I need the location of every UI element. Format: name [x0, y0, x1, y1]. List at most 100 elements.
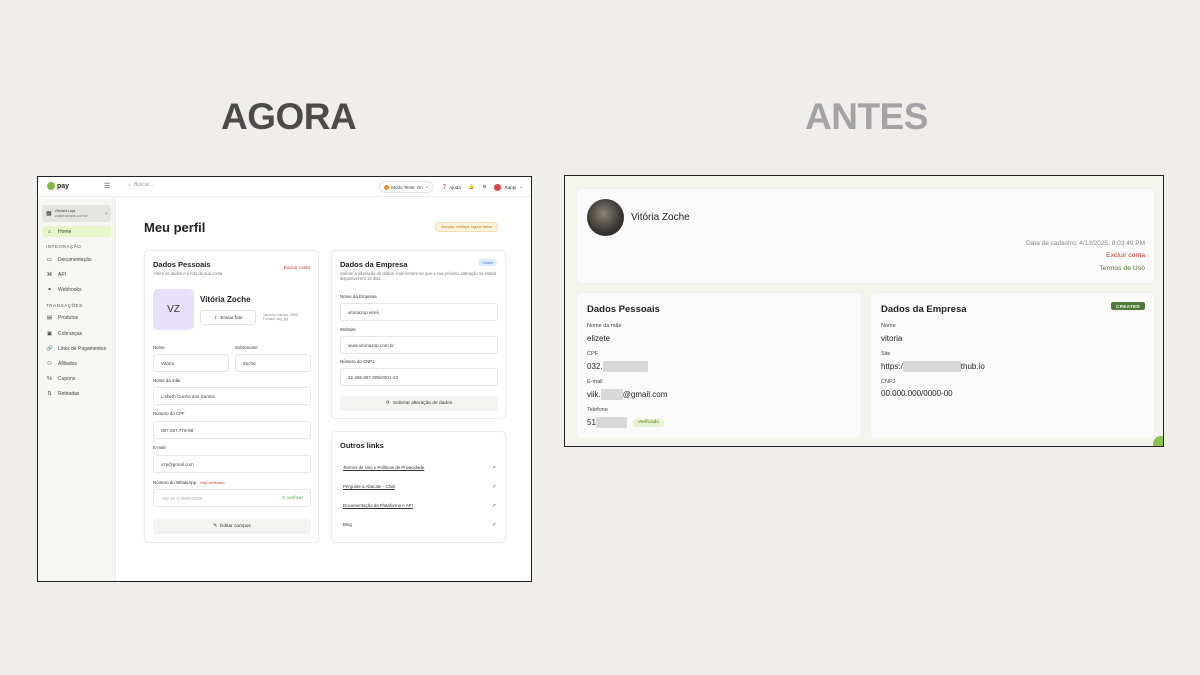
collapse-menu-icon[interactable]: ☰ [104, 182, 110, 190]
sidebar-item-cupons[interactable]: % Cupons [42, 374, 111, 385]
card-subtitle: Altere os dados e a foto da sua conta [153, 271, 223, 276]
first-name-input[interactable]: Vitória [153, 354, 229, 372]
company-name-value: vitoria [881, 334, 903, 343]
home-icon: ⌂ [47, 228, 52, 235]
code-icon: ⌘ [46, 271, 53, 278]
sidebar-item-home[interactable]: ⌂ Home [42, 226, 111, 238]
company-data-card: Dados da Empresa CREATED Nome vitoria Si… [871, 293, 1154, 438]
link-label: Termos de Uso e Políticas de Privacidade [343, 465, 425, 470]
personal-data-card: Dados Pessoais Nome da mãe elizete CPF 0… [577, 293, 861, 438]
external-link-icon: ↗ [491, 465, 496, 471]
sidebar-item-label: Webhooks [58, 287, 82, 294]
avatar [587, 199, 624, 236]
chevron-right-icon: › [105, 210, 107, 217]
verify-button[interactable]: ⊙ verificar [282, 495, 303, 501]
terms-link[interactable]: Termos de Uso [1099, 265, 1145, 272]
link-blog[interactable]: Blog ↗ [343, 522, 496, 528]
request-change-label: Solicitar alteração de dados [392, 401, 453, 406]
delete-account-link[interactable]: Excluir conta [284, 265, 310, 270]
link-docs[interactable]: Documentação da Plataforma e API ↗ [343, 503, 496, 509]
chevron-down-icon: ⌄ [519, 184, 523, 189]
upload-photo-button[interactable]: ⇪ Enviar foto [200, 310, 256, 325]
folder-icon: ▭ [46, 256, 53, 263]
sidebar-item-label: Produtos [58, 315, 79, 322]
money-icon: ▣ [46, 330, 53, 337]
test-mode-toggle[interactable]: Modo Teste: On ⌄ [379, 181, 434, 193]
search-icon: ⌕ [128, 182, 131, 188]
label-email: E-mail [587, 379, 603, 385]
website-input[interactable]: www.vitoriazop.com.br [340, 336, 498, 354]
store-icon: ▦ [46, 211, 52, 217]
heading-agora: AGORA [221, 96, 357, 137]
sidebar-item-afiliados[interactable]: ⚇ Afiliados [42, 358, 111, 369]
whatsapp-placeholder: +55 00 0 0000-0000 [161, 495, 203, 501]
redacted-block [600, 389, 623, 400]
label-site: Site [881, 351, 891, 357]
link-termos[interactable]: Termos de Uso e Políticas de Privacidade… [343, 465, 496, 471]
delete-account-link[interactable]: Excluir conta [1106, 252, 1145, 259]
sidebar-item-cobrancas[interactable]: ▣ Cobranças [42, 328, 111, 339]
box-icon: ▤ [46, 315, 53, 322]
chevron-down-icon: ⌄ [424, 184, 429, 189]
photo-note-format: Formato: png, jpg [263, 317, 288, 321]
email-input[interactable]: vzp@gmail.com [153, 455, 311, 473]
agora-screenshot: pay ☰ ⌕ Buscar... Modo Teste: On ⌄ ❓ Ajuda … [37, 176, 532, 582]
label-mae: Nome da mãe [587, 323, 622, 329]
chat-widget-icon[interactable] [1153, 436, 1163, 446]
sidebar-item-links[interactable]: 🔗 Links de Pagamentos [42, 343, 111, 354]
sidebar-item-produtos[interactable]: ▤ Produtos [42, 313, 111, 324]
mother-name-input[interactable]: Lisbeth Cunha dos Santos [153, 387, 311, 405]
sidebar-item-documentacao[interactable]: ▭ Documentação [42, 254, 111, 265]
bell-icon[interactable]: 🔔 [469, 184, 475, 190]
card-title: Dados Pessoais [587, 304, 660, 315]
webhook-icon: ⚭ [47, 287, 52, 294]
gear-icon[interactable]: ⚙ [482, 184, 486, 190]
sidebar-item-api[interactable]: ⌘ API [42, 269, 111, 280]
test-mode-label: Modo Teste: On [391, 184, 423, 190]
card-title: Dados Pessoais [153, 260, 211, 269]
user-menu[interactable]: Rappi ⌄ [494, 183, 523, 191]
label-mae: Nome da mãe [153, 378, 181, 383]
cpf-prefix: 032. [587, 362, 603, 371]
phone-value: 51 Verificado [587, 417, 664, 428]
store-selector[interactable]: ▦ Vitoria's Loja va@example.com.br › [42, 205, 111, 222]
cpf-input[interactable]: 087.067.778-89 [153, 421, 311, 439]
logo-icon [47, 182, 55, 190]
logo[interactable]: pay [47, 182, 69, 190]
redacted-block [902, 361, 961, 372]
logo-text: pay [57, 182, 70, 190]
card-subtitle: Solicite a alteração de dados, mas lembr… [340, 271, 497, 282]
sidebar-item-retiradas[interactable]: ⇅ Retiradas [42, 389, 111, 400]
label-cpf: CPF [587, 351, 598, 357]
avatar: VZ [153, 289, 194, 330]
sidebar-item-label: Retiradas [58, 391, 80, 398]
warning-badge: Atenção: verifique alguns dados [435, 222, 499, 232]
cnpj-input[interactable]: 32.456.897.905/0001-23 [340, 368, 498, 386]
search-input[interactable]: ⌕ Buscar... [128, 182, 153, 188]
store-email: va@example.com.br [54, 213, 88, 218]
help-label: Ajuda [449, 184, 461, 190]
help-button[interactable]: ❓ Ajuda [442, 184, 461, 190]
label-nome: Nome [881, 323, 896, 329]
sidebar-section-integracao: INTEGRAÇÃO [46, 244, 82, 250]
personal-data-card: Dados Pessoais Altere os dados e a foto … [144, 250, 319, 543]
other-links-card: Outros links Termos de Uso e Políticas d… [331, 431, 506, 543]
antes-screenshot: Vitória Zoche Data de cadastro: 4/13/202… [564, 175, 1164, 447]
label-cnpj: CNPJ [881, 379, 896, 385]
request-change-button[interactable]: ⟳ Solicitar alteração de dados [340, 396, 498, 411]
redacted-block [602, 361, 648, 372]
edit-fields-label: Editar campos [220, 524, 251, 529]
sidebar-item-webhooks[interactable]: ⚭ Webhooks [42, 285, 111, 296]
edit-fields-button[interactable]: ✎ Editar campos [153, 519, 311, 534]
check-circle-icon: ⊙ [281, 495, 286, 500]
last-name-input[interactable]: Zoche [235, 354, 311, 372]
label-empresa: Nome da Empresa [340, 294, 377, 299]
not-verified-badge: Não verificado [200, 481, 225, 485]
users-icon: ⚇ [47, 360, 52, 367]
verify-label: verificar [286, 495, 303, 500]
page-title: Meu perfil [144, 220, 206, 235]
whatsapp-input[interactable]: +55 00 0 0000-0000 ⊙ verificar [153, 489, 311, 507]
label-sobrenome: Sobrenome [235, 345, 258, 350]
link-chat[interactable]: Pergunte a Abacate - Chat ↗ [343, 484, 496, 490]
company-name-input[interactable]: vitoriazop eireli [340, 303, 498, 321]
